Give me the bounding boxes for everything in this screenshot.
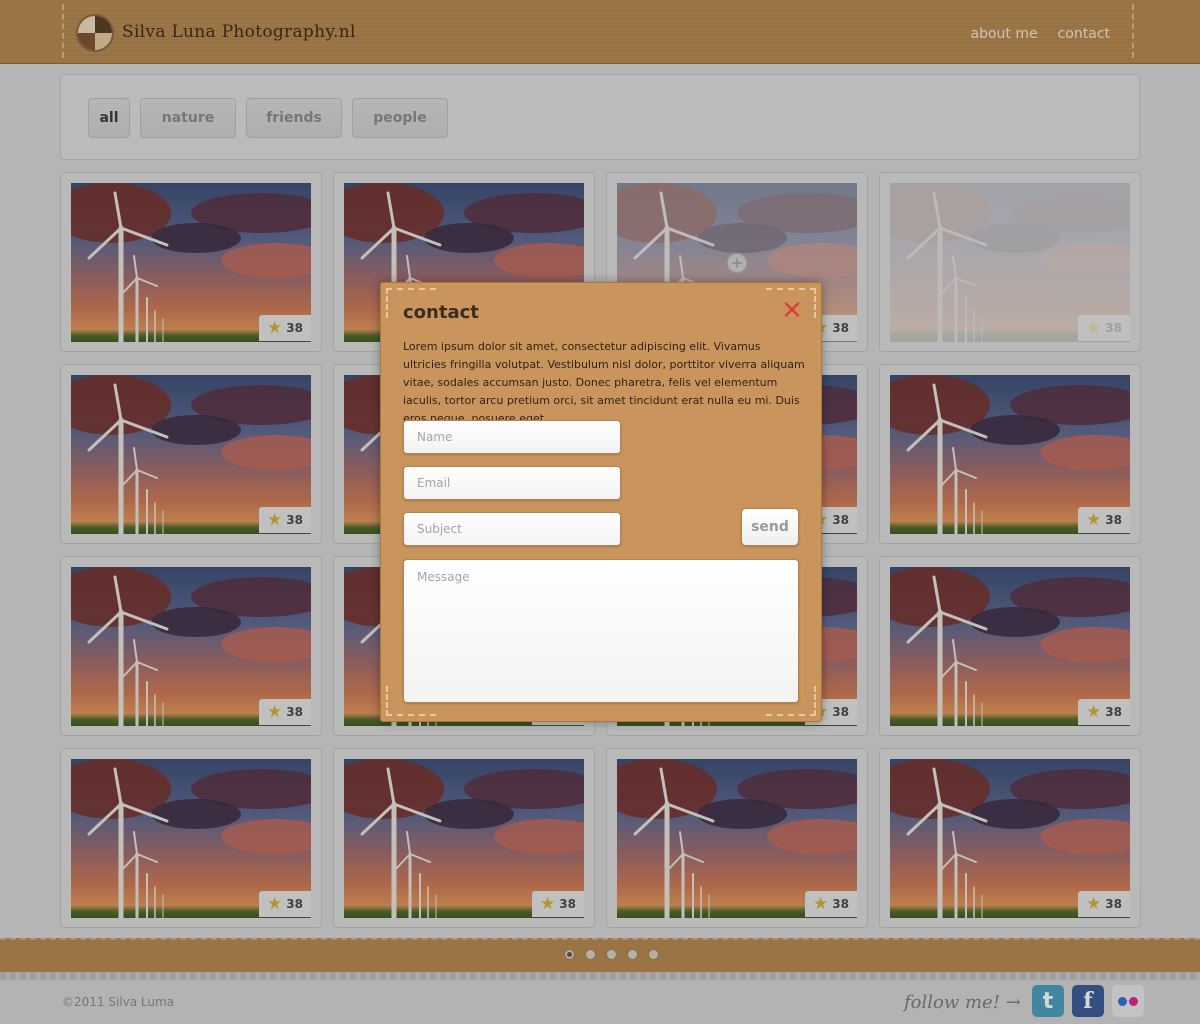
name-input[interactable] xyxy=(403,420,621,454)
close-icon[interactable]: ✕ xyxy=(781,298,803,324)
email-input[interactable] xyxy=(403,466,621,500)
send-button[interactable]: send xyxy=(741,508,799,546)
modal-title: contact xyxy=(403,302,479,323)
modal-description: Lorem ipsum dolor sit amet, consectetur … xyxy=(403,340,805,425)
subject-input[interactable] xyxy=(403,512,621,546)
message-textarea[interactable] xyxy=(403,559,799,703)
contact-modal: contact ✕ Lorem ipsum dolor sit amet, co… xyxy=(380,282,822,722)
